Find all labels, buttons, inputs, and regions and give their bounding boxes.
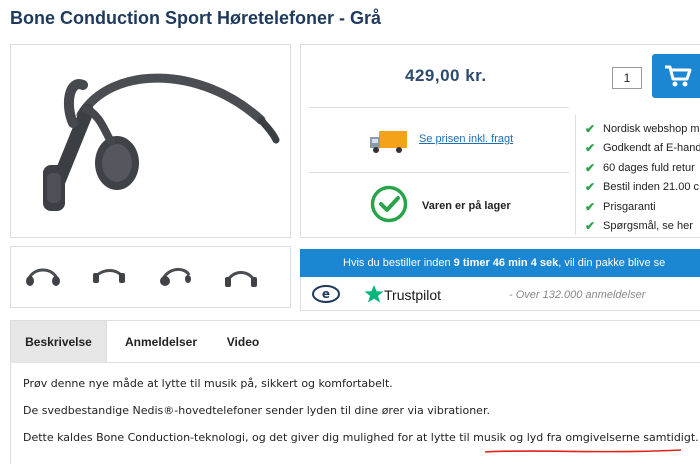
description-paragraph: De svedbestandige Nedis®-hovedtelefoner …	[23, 404, 490, 417]
main-product-image[interactable]	[10, 44, 291, 238]
usp-text: Prisgaranti	[603, 200, 656, 213]
trust-row: e Trustpilot - Over 132.000 anmeldelser	[300, 277, 700, 311]
description-text: Prøv denne nye måde at lytte til musik p…	[23, 377, 699, 458]
stock-status: Varen er på lager	[422, 200, 511, 212]
tab-description[interactable]: Beskrivelse	[11, 321, 107, 363]
usp-item: ✔ Godkendt af E-hand	[585, 139, 700, 159]
divider	[309, 172, 569, 173]
review-count: - Over 132.000 anmeldelser	[509, 289, 646, 301]
headphones-image	[43, 73, 280, 211]
red-underline-annotation	[484, 449, 682, 453]
svg-text:e: e	[322, 287, 330, 301]
shopping-cart-icon	[665, 65, 692, 87]
thumbnail-1[interactable]	[23, 261, 63, 291]
thumbnail-4[interactable]	[221, 261, 261, 291]
banner-prefix: Hvis du bestiller inden	[343, 257, 454, 269]
banner-suffix: , vil din pakke blive se	[558, 257, 666, 269]
trustpilot-star-icon	[364, 285, 384, 303]
usp-item: ✔ Bestil inden 21.00 c	[585, 178, 700, 198]
usp-text[interactable]: Spørgsmål, se her	[603, 220, 693, 232]
description-paragraph: Prøv denne nye måde at lytte til musik p…	[23, 377, 393, 390]
check-icon: ✔	[585, 180, 596, 195]
usp-item: ✔ Nordisk webshop m	[585, 119, 700, 139]
check-icon: ✔	[585, 121, 596, 136]
delivery-countdown-banner: Hvis du bestiller inden 9 timer 46 min 4…	[300, 249, 700, 277]
thumbnail-2[interactable]	[89, 261, 129, 291]
usp-item: ✔ 60 dages fuld retur	[585, 158, 700, 178]
price: 429,00 kr.	[405, 66, 487, 85]
usp-text: Nordisk webshop m	[603, 122, 700, 135]
tab-bar: Beskrivelse Anmeldelser Video	[11, 321, 700, 363]
product-info-tabs: Beskrivelse Anmeldelser Video Prøv denne…	[10, 320, 700, 464]
check-icon: ✔	[585, 160, 596, 175]
check-icon: ✔	[585, 199, 596, 214]
e-mark-icon[interactable]: e	[312, 285, 340, 303]
usp-text: Bestil inden 21.00 c	[603, 181, 700, 194]
shipping-price-link[interactable]: Se prisen inkl. fragt	[419, 133, 513, 145]
usp-item: ✔ Prisgaranti	[585, 197, 700, 217]
trustpilot-label[interactable]: Trustpilot	[384, 287, 441, 303]
usp-list: ✔ Nordisk webshop m ✔ Godkendt af E-hand ✔…	[585, 119, 700, 236]
purchase-panel: 429,00 kr. 1 Se prisen inkl. fragt Varen…	[300, 44, 700, 238]
product-title: Bone Conduction Sport Høretelefoner - Gr…	[10, 8, 382, 28]
usp-item[interactable]: ✔ Spørgsmål, se her	[585, 217, 700, 237]
divider	[309, 107, 569, 108]
quantity-input[interactable]: 1	[612, 67, 642, 89]
divider	[575, 115, 576, 235]
add-to-cart-button[interactable]	[652, 54, 700, 98]
thumbnail-strip	[10, 246, 291, 308]
check-icon: ✔	[585, 141, 596, 156]
tab-reviews[interactable]: Anmeldelser	[115, 321, 207, 363]
check-circle-icon	[370, 185, 408, 223]
tab-video[interactable]: Video	[215, 321, 271, 363]
truck-icon	[370, 131, 407, 153]
check-icon: ✔	[585, 219, 596, 234]
countdown-timer: 9 timer 46 min 4 sek	[453, 257, 559, 269]
thumbnail-3[interactable]	[155, 261, 195, 291]
usp-text: Godkendt af E-hand	[603, 142, 700, 155]
usp-text: 60 dages fuld retur	[603, 161, 695, 174]
